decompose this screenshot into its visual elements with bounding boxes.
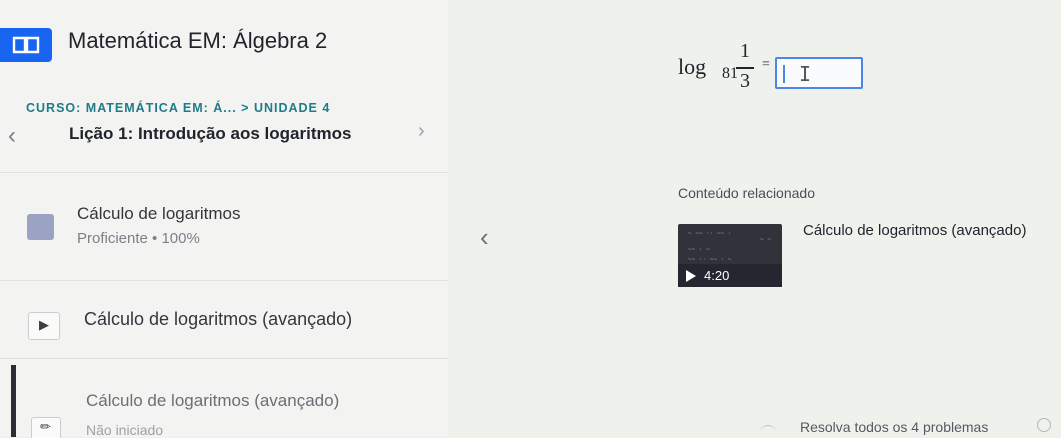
pencil-icon: ✏ [31, 417, 61, 438]
exercise-title: Cálculo de logaritmos (avançado) [86, 391, 340, 410]
divider [0, 172, 448, 173]
log-operator: log [678, 54, 707, 79]
play-badge[interactable]: 4:20 [678, 264, 782, 287]
ibeam-cursor-icon: I [799, 62, 812, 86]
skill-status: Proficiente • 100% [77, 230, 200, 247]
current-item-indicator [11, 365, 16, 437]
exercise-status: Não iniciado [86, 422, 164, 438]
play-icon [686, 270, 696, 282]
exercise-pane [448, 0, 1061, 437]
chevron-right-icon[interactable]: › [418, 118, 434, 144]
fraction-bar [736, 67, 754, 69]
play-icon: ▶ [28, 312, 60, 340]
related-content-header: Conteúdo relacionado [678, 185, 815, 201]
answer-input[interactable]: I [775, 57, 863, 89]
lesson-sidebar: Matemática EM: Álgebra 2 CURSO: MATEMÁTI… [0, 0, 449, 438]
chevron-left-icon[interactable]: ‹ [8, 122, 26, 150]
progress-dot-icon [1037, 418, 1051, 432]
chevron-left-icon[interactable]: ‹ [480, 222, 500, 252]
divider [0, 358, 448, 359]
mastery-square-icon [27, 214, 54, 240]
skill-title: Cálculo de logaritmos [77, 204, 241, 223]
related-video-title[interactable]: Cálculo de logaritmos (avançado) [803, 222, 1026, 239]
video-title: Cálculo de logaritmos (avançado) [84, 309, 353, 329]
equals-sign: = [762, 57, 770, 72]
book-icon [12, 36, 40, 54]
video-duration: 4:20 [704, 268, 730, 283]
arc-icon [760, 425, 776, 438]
lesson-title: Lição 1: Introdução aos logaritmos [69, 124, 352, 143]
text-caret [783, 65, 785, 83]
fraction-denominator: 3 [740, 70, 750, 92]
logo[interactable] [0, 28, 52, 62]
fraction-numerator: 1 [740, 40, 750, 62]
breadcrumb[interactable]: CURSO: MATEMÁTICA EM: Á... > UNIDADE 4 [26, 101, 330, 115]
divider [0, 280, 448, 281]
progress-instructions: Resolva todos os 4 problemas [800, 419, 989, 435]
course-title[interactable]: Matemática EM: Álgebra 2 [68, 28, 327, 54]
